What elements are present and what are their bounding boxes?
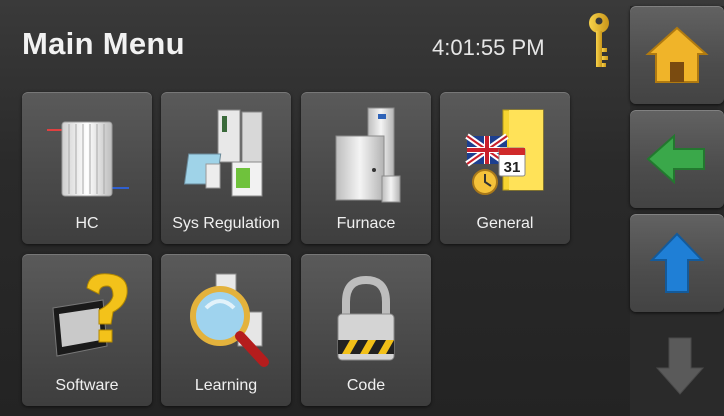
- tile-software[interactable]: Software: [22, 254, 152, 406]
- tile-furnace[interactable]: Furnace: [301, 92, 431, 244]
- down-arrow-icon[interactable]: [655, 334, 705, 396]
- tile-general[interactable]: 31 General: [440, 92, 570, 244]
- key-icon: [589, 13, 609, 67]
- header-bar: Main Menu 4:01:55 PM: [0, 0, 630, 88]
- up-arrow-icon: [649, 232, 705, 293]
- svg-text:31: 31: [504, 159, 521, 176]
- back-button[interactable]: [630, 110, 724, 208]
- home-icon: [645, 26, 709, 83]
- tile-learning[interactable]: Learning: [161, 254, 291, 406]
- tile-label: Furnace: [336, 215, 396, 232]
- tile-label: Sys Regulation: [172, 215, 280, 232]
- radiator-icon: [47, 121, 129, 197]
- tile-hc[interactable]: HC: [22, 92, 152, 244]
- magnifier-icon: [190, 273, 269, 367]
- page-title: Main Menu: [22, 26, 185, 61]
- tile-label: Code: [346, 377, 386, 394]
- home-button[interactable]: [630, 6, 724, 104]
- clock-time: 4:01:55 PM: [432, 35, 545, 60]
- back-arrow-icon: [646, 133, 705, 185]
- tile-label: Learning: [194, 377, 258, 394]
- tile-label: Software: [55, 377, 119, 394]
- tile-sys-regulation[interactable]: Sys Regulation: [161, 92, 291, 244]
- system-regulation-icon: [183, 109, 263, 197]
- general-calendar-flag-icon: 31: [465, 109, 544, 195]
- scroll-up-button[interactable]: [630, 214, 724, 312]
- tile-code[interactable]: Code: [301, 254, 431, 406]
- tile-label: HC: [75, 215, 99, 232]
- tile-label: General: [476, 215, 534, 232]
- padlock-icon: [337, 275, 395, 361]
- main-menu-screen: Main Menu 4:01:55 PM HC Sys Regulation F…: [0, 0, 724, 416]
- furnace-icon: [335, 107, 401, 203]
- software-question-icon: [52, 273, 128, 357]
